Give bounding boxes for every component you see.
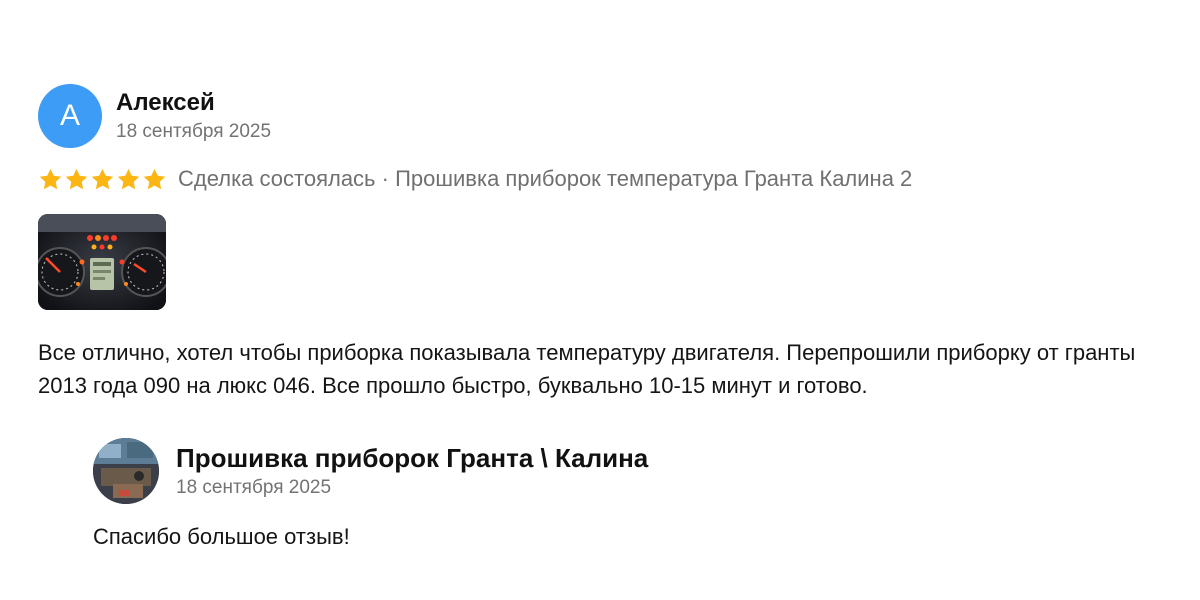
reply-text: Спасибо большое отзыв! — [93, 524, 350, 549]
review-date: 18 сентября 2025 — [116, 120, 272, 142]
star-rating — [38, 167, 167, 192]
review-header: А Алексей 18 сентября 2025 — [38, 84, 1178, 148]
review-text: Все отлично, хотел чтобы приборка показы… — [38, 340, 1136, 398]
author-block: Алексей 18 сентября 2025 — [116, 88, 271, 145]
star-icon — [64, 167, 89, 192]
reply-header: Прошивка приборок Гранта \ Калина 18 сен… — [93, 438, 1153, 504]
seller-reply: Прошивка приборок Гранта \ Калина 18 сен… — [93, 438, 1153, 552]
star-icon — [142, 167, 167, 192]
seller-avatar[interactable] — [93, 438, 159, 504]
reply-date: 18 сентября 2025 — [176, 477, 332, 498]
seller-name[interactable]: Прошивка приборок Гранта \ Калина — [176, 441, 648, 475]
star-icon — [116, 167, 141, 192]
author-name[interactable]: Алексей — [116, 88, 271, 118]
star-icon — [38, 167, 63, 192]
seller-block: Прошивка приборок Гранта \ Калина 18 сен… — [176, 441, 648, 501]
avatar[interactable]: А — [38, 84, 102, 148]
review-card: А Алексей 18 сентября 2025 Сделка состоя… — [38, 84, 1178, 402]
review-photo-thumbnail[interactable] — [38, 214, 166, 310]
deal-status-link[interactable]: Сделка состоялась · Прошивка приборок те… — [178, 166, 912, 192]
star-icon — [90, 167, 115, 192]
rating-row: Сделка состоялась · Прошивка приборок те… — [38, 164, 1178, 194]
